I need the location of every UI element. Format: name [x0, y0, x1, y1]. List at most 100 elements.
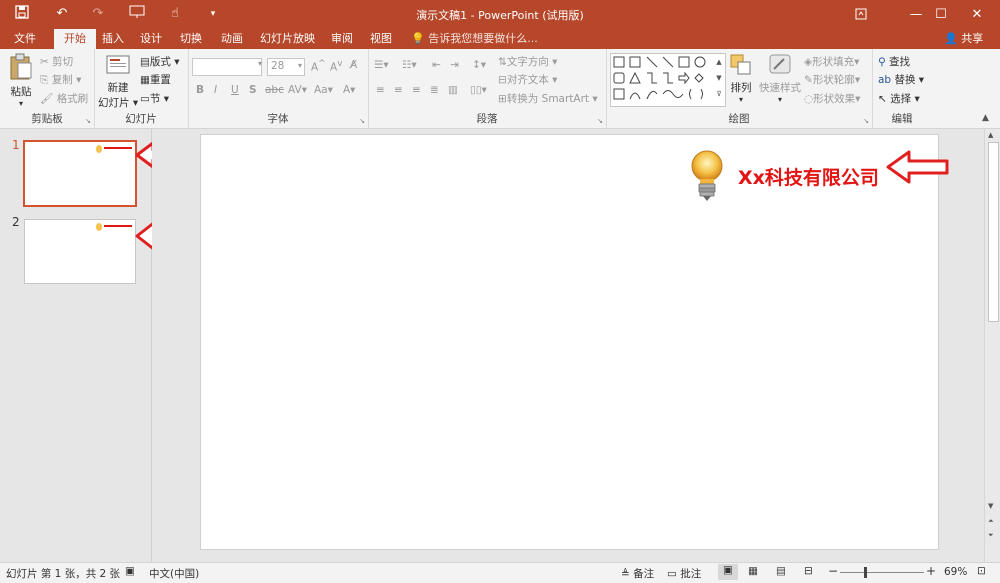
tab-review[interactable]: 审阅	[327, 29, 357, 49]
justify-icon[interactable]: ≣	[430, 84, 439, 96]
numbering-icon[interactable]: ☷▾	[402, 59, 417, 71]
group-label-editing: 编辑	[891, 113, 913, 125]
slideshow-view-icon[interactable]: ⊟	[804, 565, 813, 577]
line-spacing-icon[interactable]: ↕▾	[472, 59, 486, 71]
comments-button[interactable]: ▭ 批注	[667, 566, 701, 581]
font-color-icon[interactable]: A▾	[343, 84, 355, 96]
zoom-slider-thumb[interactable]	[864, 567, 867, 578]
new-slide-button[interactable]: 新建 幻灯片 ▾	[98, 53, 138, 110]
align-text-button[interactable]: ⊟对齐文本 ▾	[498, 72, 557, 87]
previous-slide-icon[interactable]: ⏶	[988, 517, 994, 526]
drawing-dialog-launcher-icon[interactable]: ↘	[863, 117, 869, 125]
share-button[interactable]: 👤 共享	[940, 29, 987, 49]
ribbon-display-options-icon[interactable]	[838, 0, 884, 29]
smartart-button[interactable]: ⊞转换为 SmartArt ▾	[498, 91, 598, 106]
vertical-scrollbar[interactable]: ▲ ▼ ⏶ ⏷	[984, 129, 1000, 562]
find-button[interactable]: ⚲ 查找	[878, 54, 910, 69]
reading-view-icon[interactable]: ▤	[776, 565, 786, 577]
select-button[interactable]: ↖ 选择 ▾	[878, 91, 920, 106]
reset-icon: ▦	[140, 74, 150, 86]
font-name-dropdown-icon[interactable]: ▾	[258, 59, 262, 68]
quick-styles-button[interactable]: 快速样式 ▾	[759, 53, 801, 104]
arrange-button[interactable]: 排列 ▾	[726, 53, 756, 104]
normal-view-icon[interactable]: ▣	[718, 564, 738, 580]
cut-label: 剪切	[52, 56, 74, 68]
slide-editor[interactable]: Xx科技有限公司	[200, 134, 939, 550]
thumbnail-number: 1	[12, 138, 20, 152]
fit-slide-icon[interactable]: ⊡	[977, 565, 986, 577]
section-button[interactable]: ▭节 ▾	[140, 91, 169, 106]
font-size-dropdown-icon[interactable]: ▾	[298, 61, 302, 70]
brush-icon: 🖌	[40, 93, 54, 105]
align-center-icon[interactable]: ≡	[394, 84, 403, 96]
annotation-arrow-left	[886, 150, 949, 184]
shape-effects-button[interactable]: ◌形状效果▾	[804, 91, 860, 106]
underline-icon[interactable]: U	[231, 84, 239, 96]
italic-icon[interactable]: I	[214, 84, 217, 96]
tab-slideshow[interactable]: 幻灯片放映	[256, 29, 319, 49]
decrease-font-size-icon[interactable]: Av	[330, 59, 342, 74]
zoom-out-icon[interactable]: −	[828, 564, 838, 578]
tab-insert[interactable]: 插入	[98, 29, 128, 49]
font-size-combo[interactable]: 28 ▾	[267, 58, 305, 76]
tab-home[interactable]: 开始	[54, 29, 96, 49]
gallery-scroll-icon[interactable]: ▲ ▼ ⊽	[714, 54, 724, 104]
zoom-slider[interactable]	[840, 572, 924, 573]
shape-outline-button[interactable]: ✎形状轮廓▾	[804, 72, 860, 87]
text-shadow-icon[interactable]: S	[249, 84, 257, 96]
spell-check-icon[interactable]: ▣	[125, 565, 135, 577]
columns-icon[interactable]: ▯▯▾	[470, 84, 487, 96]
collapse-ribbon-icon[interactable]: ▲	[982, 113, 989, 123]
notes-button[interactable]: ≜ 备注	[621, 566, 654, 581]
strikethrough-icon[interactable]: abc	[265, 84, 284, 96]
increase-font-size-icon[interactable]: A^	[311, 59, 326, 74]
align-left-icon[interactable]: ≡	[376, 84, 385, 96]
paragraph-dialog-launcher-icon[interactable]: ↘	[597, 117, 603, 125]
scroll-down-icon[interactable]: ▼	[988, 502, 993, 510]
scroll-up-icon[interactable]: ▲	[988, 131, 993, 139]
close-icon[interactable]: ✕	[954, 0, 1000, 29]
reset-button[interactable]: ▦重置	[140, 72, 171, 87]
increase-indent-icon[interactable]: ⇥	[450, 59, 459, 71]
tell-me-box[interactable]: 💡 告诉我您想要做什么...	[407, 29, 542, 49]
company-name[interactable]: Xx科技有限公司	[738, 163, 879, 190]
zoom-in-icon[interactable]: +	[926, 564, 936, 578]
change-case-icon[interactable]: Aa▾	[314, 84, 333, 96]
lightbulb-icon[interactable]	[687, 149, 727, 203]
character-spacing-icon[interactable]: AV▾	[288, 84, 307, 96]
tab-file[interactable]: 文件	[10, 29, 40, 49]
distributed-icon[interactable]: ▥	[448, 84, 458, 96]
dialog-launcher-icon[interactable]: ↘	[85, 117, 91, 125]
group-editing: ⚲ 查找 ab 替换 ▾ ↖ 选择 ▾ 编辑	[872, 49, 932, 128]
replace-button[interactable]: ab 替换 ▾	[878, 72, 924, 87]
paste-button[interactable]: 粘贴 ▾	[7, 53, 35, 108]
bullets-icon[interactable]: ☰▾	[374, 59, 389, 71]
layout-button[interactable]: ▤版式 ▾	[140, 54, 180, 69]
format-painter-button[interactable]: 🖌 格式刷	[40, 91, 88, 106]
slide-thumbnail-1[interactable]	[23, 140, 137, 207]
shapes-gallery[interactable]	[610, 53, 726, 107]
clear-formatting-icon[interactable]: A̸	[350, 59, 357, 71]
cut-button[interactable]: ✂ 剪切	[40, 54, 73, 69]
shape-fill-button[interactable]: ◈形状填充▾	[804, 54, 859, 69]
text-direction-button[interactable]: ⇅文字方向 ▾	[498, 54, 557, 69]
effects-icon: ◌	[804, 93, 814, 105]
align-right-icon[interactable]: ≡	[412, 84, 421, 96]
copy-icon: ⎘	[40, 74, 49, 86]
font-name-combo[interactable]	[192, 58, 262, 76]
zoom-level[interactable]: 69%	[944, 566, 967, 578]
font-dialog-launcher-icon[interactable]: ↘	[359, 117, 365, 125]
next-slide-icon[interactable]: ⏷	[988, 531, 994, 540]
language-indicator[interactable]: 中文(中国)	[149, 566, 199, 581]
slide-thumbnail-2[interactable]	[24, 219, 136, 284]
scroll-thumb[interactable]	[988, 142, 999, 322]
shape-fill-label: 形状填充	[812, 56, 855, 68]
tab-view[interactable]: 视图	[366, 29, 396, 49]
tab-animations[interactable]: 动画	[217, 29, 247, 49]
tab-design[interactable]: 设计	[136, 29, 166, 49]
slide-sorter-icon[interactable]: ▦	[748, 565, 758, 577]
copy-button[interactable]: ⎘ 复制 ▾	[40, 72, 81, 87]
bold-icon[interactable]: B	[196, 84, 204, 96]
tab-transitions[interactable]: 切换	[176, 29, 206, 49]
decrease-indent-icon[interactable]: ⇤	[432, 59, 441, 71]
